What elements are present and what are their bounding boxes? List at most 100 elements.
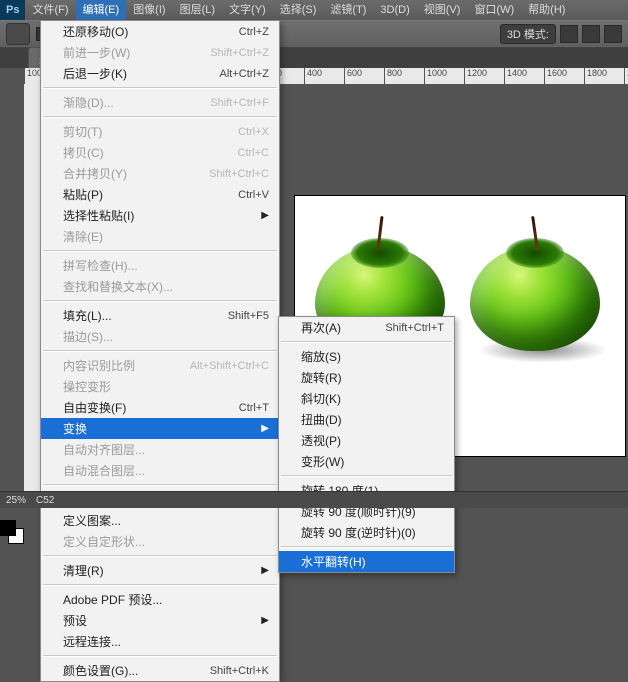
menu-file[interactable]: 文件(F) (25, 0, 75, 20)
edit-menu-item: 定义自定形状... (41, 531, 279, 552)
edit-menu-item-label: 定义自定形状... (63, 533, 269, 550)
shortcut-label: Ctrl+X (238, 126, 269, 138)
color-swatches[interactable] (0, 520, 24, 544)
menu-select[interactable]: 选择(S) (273, 0, 324, 20)
edit-menu-item: 操控变形 (41, 376, 279, 397)
shortcut-label: Ctrl+T (239, 402, 269, 414)
edit-menu-item-label: Adobe PDF 预设... (63, 591, 269, 608)
menu-image[interactable]: 图像(I) (126, 0, 172, 20)
transform-menu-item-label: 斜切(K) (301, 390, 444, 407)
edit-menu-item[interactable]: 还原移动(O)Ctrl+Z (41, 21, 279, 42)
transform-menu-item-label: 旋转 90 度(逆时针)(0) (301, 524, 444, 541)
edit-menu-item[interactable]: 变换▶ (41, 418, 279, 439)
edit-menu-item-label: 粘贴(P) (63, 186, 238, 203)
tool-preset-picker[interactable] (6, 23, 30, 45)
edit-menu-item[interactable]: 清理(R) ▶ (41, 560, 279, 581)
transform-menu-item[interactable]: 旋转(R) (279, 367, 454, 388)
menu-type[interactable]: 文字(Y) (222, 0, 273, 20)
edit-menu-item-label: 还原移动(O) (63, 23, 239, 40)
edit-menu-item[interactable]: 定义图案... (41, 510, 279, 531)
edit-menu-item: 自动混合图层... (41, 460, 279, 481)
edit-menu-item: 渐隐(D)...Shift+Ctrl+F (41, 92, 279, 113)
edit-menu-item[interactable]: 自由变换(F)Ctrl+T (41, 397, 279, 418)
transform-menu-item[interactable]: 水平翻转(H) (279, 551, 454, 572)
app-logo: Ps (0, 0, 25, 20)
shortcut-label: Alt+Ctrl+Z (219, 68, 269, 80)
submenu-arrow-icon: ▶ (261, 423, 269, 434)
edit-menu-item: 前进一步(W)Shift+Ctrl+Z (41, 42, 279, 63)
edit-menu-item-label: 后退一步(K) (63, 65, 219, 82)
menu-view[interactable]: 视图(V) (417, 0, 468, 20)
ruler-tick: 2000 (624, 68, 628, 84)
edit-menu-item-label: 拷贝(C) (63, 144, 238, 161)
shortcut-label: Shift+Ctrl+C (209, 168, 269, 180)
edit-menu-item[interactable]: 预设▶ (41, 610, 279, 631)
menu-layer[interactable]: 图层(L) (173, 0, 222, 20)
menu-help[interactable]: 帮助(H) (521, 0, 572, 20)
status-zoom: 25% (6, 495, 26, 506)
edit-menu-item-label: 前进一步(W) (63, 44, 210, 61)
transform-menu-item[interactable]: 缩放(S) (279, 346, 454, 367)
edit-menu-item: 拼写检查(H)... (41, 255, 279, 276)
shortcut-label: Shift+Ctrl+F (210, 97, 269, 109)
shortcut-label: Alt+Shift+Ctrl+C (190, 360, 269, 372)
edit-menu-item[interactable]: 填充(L)...Shift+F5 (41, 305, 279, 326)
menu-3d[interactable]: 3D(D) (373, 0, 416, 20)
edit-menu-item-label: 剪切(T) (63, 123, 238, 140)
shortcut-label: Shift+Ctrl+K (210, 665, 269, 677)
ruler-tick: 600 (344, 68, 362, 84)
transform-submenu: 再次(A)Shift+Ctrl+T 缩放(S)旋转(R) 斜切(K) 扭曲(D)透视(… (278, 316, 455, 573)
menu-window[interactable]: 窗口(W) (467, 0, 521, 20)
edit-menu-item-label: 自动混合图层... (63, 462, 269, 479)
edit-menu-item-label: 内容识别比例 (63, 357, 190, 374)
edit-menu-item[interactable]: 远程连接... (41, 631, 279, 652)
edit-menu-item-label: 远程连接... (63, 633, 269, 650)
shortcut-label: Shift+F5 (228, 310, 269, 322)
ruler-tick: 1800 (584, 68, 607, 84)
ruler-tick: 800 (384, 68, 402, 84)
edit-menu-item: 清除(E) (41, 226, 279, 247)
shortcut-label: Ctrl+Z (239, 26, 269, 38)
transform-menu-item[interactable]: 斜切(K) (279, 388, 454, 409)
mode-pan-icon[interactable] (582, 25, 600, 43)
edit-menu-item[interactable]: 选择性粘贴(I)▶ (41, 205, 279, 226)
transform-menu-item-label: 再次(A) (301, 319, 385, 336)
edit-menu-item[interactable]: 后退一步(K)Alt+Ctrl+Z (41, 63, 279, 84)
menu-edit[interactable]: 编辑(E) (76, 0, 127, 20)
edit-menu-item-label: 清理(R) (63, 562, 253, 579)
ruler-vertical (24, 84, 41, 492)
menubar: Ps 文件(F) 编辑(E) 图像(I) 图层(L) 文字(Y) 选择(S) 滤… (0, 0, 628, 20)
submenu-arrow-icon: ▶ (261, 565, 269, 576)
edit-menu-item-label: 渐隐(D)... (63, 94, 210, 111)
transform-menu-item[interactable]: 旋转 90 度(逆时针)(0) (279, 522, 454, 543)
submenu-arrow-icon: ▶ (261, 210, 269, 221)
edit-menu-item[interactable]: Adobe PDF 预设... (41, 589, 279, 610)
edit-menu-item-label: 合并拷贝(Y) (63, 165, 209, 182)
transform-menu-item[interactable]: 扭曲(D) (279, 409, 454, 430)
edit-menu-item-label: 清除(E) (63, 228, 269, 245)
edit-menu-item: 描边(S)... (41, 326, 279, 347)
status-ext: C52 (36, 495, 54, 506)
edit-menu-item-label: 定义图案... (63, 512, 269, 529)
edit-menu-item-label: 自动对齐图层... (63, 441, 269, 458)
mode-zoom-icon[interactable] (604, 25, 622, 43)
transform-menu-item[interactable]: 再次(A)Shift+Ctrl+T (279, 317, 454, 338)
edit-menu-item: 查找和替换文本(X)... (41, 276, 279, 297)
edit-menu-item[interactable]: 颜色设置(G)...Shift+Ctrl+K (41, 660, 279, 681)
shortcut-label: Ctrl+C (238, 147, 269, 159)
edit-menu-item: 自动对齐图层... (41, 439, 279, 460)
submenu-arrow-icon: ▶ (261, 615, 269, 626)
transform-menu-item[interactable]: 变形(W) (279, 451, 454, 472)
ruler-tick: 1200 (464, 68, 487, 84)
edit-menu-item[interactable]: 粘贴(P)Ctrl+V (41, 184, 279, 205)
menu-filter[interactable]: 滤镜(T) (323, 0, 373, 20)
edit-menu-item: 合并拷贝(Y)Shift+Ctrl+C (41, 163, 279, 184)
mode-orbit-icon[interactable] (560, 25, 578, 43)
edit-menu-item-label: 查找和替换文本(X)... (63, 278, 269, 295)
edit-menu-item-label: 填充(L)... (63, 307, 228, 324)
edit-menu-item-label: 自由变换(F) (63, 399, 239, 416)
mode-3d-label[interactable]: 3D 模式: (500, 24, 556, 44)
shortcut-label: Shift+Ctrl+T (385, 322, 444, 334)
transform-menu-item[interactable]: 透视(P) (279, 430, 454, 451)
edit-menu-item-label: 描边(S)... (63, 328, 269, 345)
